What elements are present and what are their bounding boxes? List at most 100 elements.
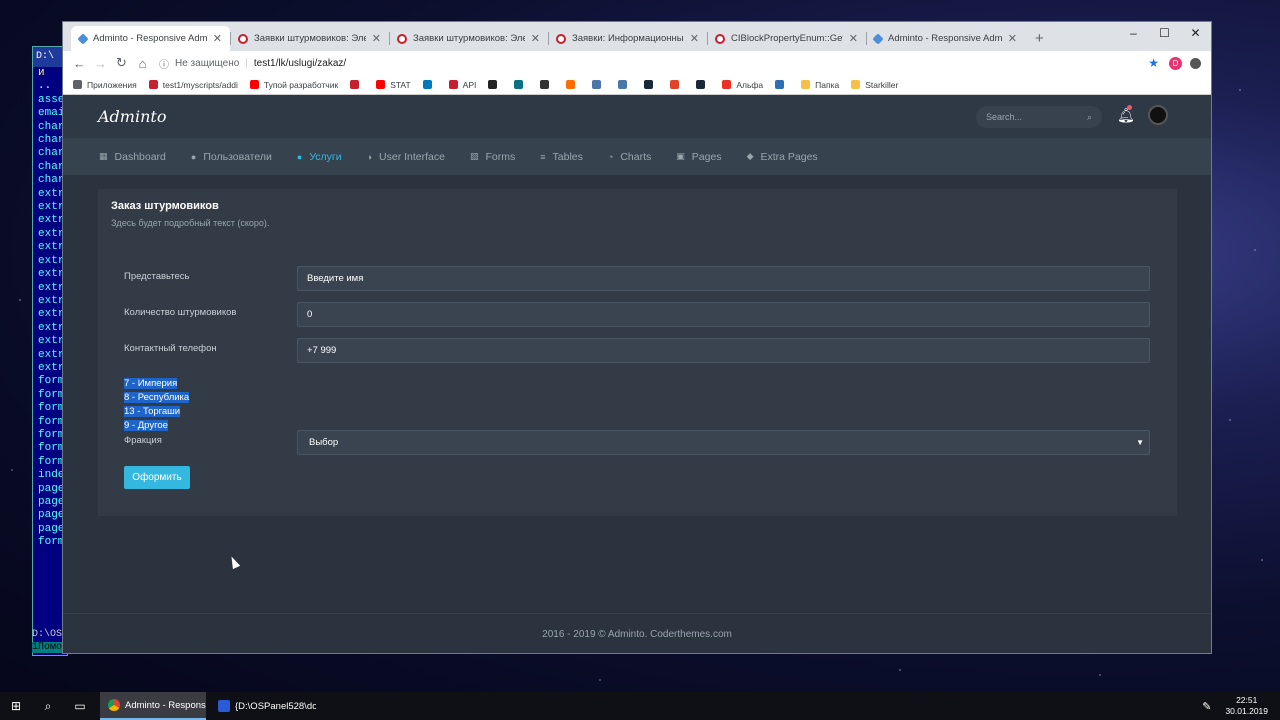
menu-item[interactable]: ● Услуги xyxy=(297,151,342,163)
search-icon[interactable]: ⌕ xyxy=(32,699,64,714)
task-view-icon[interactable]: ▭ xyxy=(64,699,96,713)
bookmark-item[interactable]: API xyxy=(448,79,477,90)
bookmark-item[interactable] xyxy=(644,80,658,89)
maximize-button[interactable]: ☐ xyxy=(1149,22,1180,44)
minimize-button[interactable]: – xyxy=(1118,22,1149,44)
bookmark-item[interactable] xyxy=(422,80,437,89)
menu-label: Услуги xyxy=(309,150,342,163)
bookmark-star-icon[interactable]: ★ xyxy=(1148,56,1159,70)
faction-select[interactable]: Выбор ▼ xyxy=(297,430,1150,455)
close-tab-icon[interactable]: ✕ xyxy=(849,32,858,45)
search-box[interactable]: Search... ⌕ xyxy=(976,106,1102,128)
search-input[interactable]: Search... xyxy=(986,112,1087,122)
phone-field[interactable]: +7 999 xyxy=(297,338,1150,363)
taskbar-app-console[interactable]: {D:\OSPanel528\do... xyxy=(210,692,316,720)
bookmark-item[interactable]: test1/myscripts/addi xyxy=(148,80,238,90)
window-controls: – ☐ ✕ xyxy=(1118,22,1211,44)
count-label: Количество штурмовиков xyxy=(124,307,237,318)
bookmark-icon xyxy=(514,80,524,89)
notification-bell-icon[interactable]: 🔔︎ xyxy=(1117,107,1135,124)
bookmark-item[interactable] xyxy=(566,80,580,89)
console-help-key[interactable]: 1Помо xyxy=(32,642,63,653)
adminto-page: Adminto Search... ⌕ 🔔︎ ▦ Dashboard ● Пользо… xyxy=(63,95,1211,653)
menu-item[interactable]: ▨ Forms xyxy=(470,151,515,163)
bookmark-icon xyxy=(422,80,432,89)
bookmark-item[interactable] xyxy=(514,80,528,89)
windows-start-icon[interactable]: ⊞ xyxy=(0,699,32,713)
submit-button[interactable]: Оформить xyxy=(124,466,190,489)
menu-icon: ◔ xyxy=(607,151,614,162)
user-avatar[interactable] xyxy=(1148,105,1168,125)
menu-item[interactable]: ≡ Tables xyxy=(540,151,583,163)
home-icon[interactable]: ⌂ xyxy=(132,56,153,71)
tab-title: Заявки штурмовиков: Элементы xyxy=(254,33,366,44)
bookmark-item[interactable]: Starkiller xyxy=(851,80,898,90)
close-tab-icon[interactable]: ✕ xyxy=(1008,32,1017,45)
bookmark-icon xyxy=(73,80,82,89)
bookmark-item[interactable]: Тупой разработчик xyxy=(249,79,339,90)
pen-icon[interactable]: ✎ xyxy=(1202,700,1211,713)
bookmark-label: STAT xyxy=(390,79,411,90)
bookmark-item[interactable]: Альфа xyxy=(722,80,763,90)
taskbar-app-chrome[interactable]: Adminto - Respons... xyxy=(100,692,206,720)
bookmark-item[interactable] xyxy=(488,80,502,89)
bookmark-item[interactable] xyxy=(350,80,364,89)
menu-label: Tables xyxy=(552,150,583,163)
forward-icon[interactable]: → xyxy=(90,56,111,71)
browser-tab[interactable]: Заявки штурмовиков: Элементы ✕ xyxy=(389,26,548,51)
bookmark-item[interactable] xyxy=(696,80,710,89)
close-tab-icon[interactable]: ✕ xyxy=(372,32,381,45)
logo[interactable]: Adminto xyxy=(98,107,166,126)
close-tab-icon[interactable]: ✕ xyxy=(690,32,699,45)
name-field[interactable]: Введите имя xyxy=(297,266,1150,291)
menu-icon: ▨ xyxy=(470,151,479,161)
bookmark-icon xyxy=(618,80,628,89)
bookmark-item[interactable] xyxy=(540,80,554,89)
count-field[interactable]: 0 xyxy=(297,302,1150,327)
bookmark-icon xyxy=(540,80,550,89)
bookmark-item[interactable]: STAT xyxy=(376,79,411,90)
bookmark-item[interactable]: Папка xyxy=(801,80,839,90)
bookmark-item[interactable]: Приложения xyxy=(73,80,137,90)
search-icon[interactable]: ⌕ xyxy=(1087,112,1092,123)
menu-item[interactable]: ● Пользователи xyxy=(191,151,272,163)
close-tab-icon[interactable]: ✕ xyxy=(531,32,540,45)
browser-tab[interactable]: CIBlockPropertyEnum::GetList ✕ xyxy=(707,26,866,51)
menu-icon: ● xyxy=(190,151,197,162)
bookmark-item[interactable] xyxy=(592,80,606,89)
menu-item[interactable]: ◑ User Interface xyxy=(367,151,445,163)
bookmark-icon xyxy=(249,80,259,89)
faction-option: 7 - Империя xyxy=(124,378,178,389)
bookmark-icon xyxy=(350,80,360,89)
menu-item[interactable]: ◆ Extra Pages xyxy=(747,151,818,163)
info-icon[interactable]: ⓘ xyxy=(159,56,169,71)
omnibox[interactable]: ⓘ Не защищено | test1/lk/uslugi/zakaz/ xyxy=(159,53,1148,73)
browser-tab[interactable]: Adminto - Responsive Admin Da ✕ xyxy=(866,26,1025,51)
bookmark-label: API xyxy=(462,79,477,90)
bookmark-label: Папка xyxy=(815,79,840,90)
url-text[interactable]: test1/lk/uslugi/zakaz/ xyxy=(254,58,346,69)
back-icon[interactable]: ← xyxy=(69,56,90,71)
bookmark-label: Тупой разработчик xyxy=(263,79,339,90)
notification-badge xyxy=(1127,105,1132,110)
app-topbar: Adminto Search... ⌕ 🔔︎ xyxy=(63,95,1211,138)
taskbar: ⊞ ⌕ ▭ Adminto - Respons... {D:\OSPanel52… xyxy=(0,692,1280,720)
bookmark-label: Приложения xyxy=(87,79,137,90)
menu-item[interactable]: ◔ Charts xyxy=(608,151,651,163)
bookmark-item[interactable] xyxy=(775,80,789,89)
browser-tab[interactable]: Adminto - Responsive Admin Da ✕ xyxy=(71,26,230,51)
clock[interactable]: 22:51 30.01.2019 xyxy=(1225,695,1268,717)
bookmark-item[interactable] xyxy=(670,80,684,89)
browser-tab[interactable]: Заявки: Информационные блоки ✕ xyxy=(548,26,707,51)
bookmark-item[interactable] xyxy=(618,80,632,89)
browser-tab[interactable]: Заявки штурмовиков: Элементы ✕ xyxy=(230,26,389,51)
new-tab-button[interactable]: + xyxy=(1035,30,1044,47)
extension-icon[interactable] xyxy=(1190,57,1201,69)
close-tab-icon[interactable]: ✕ xyxy=(213,32,222,45)
profile-avatar[interactable]: D xyxy=(1169,56,1182,70)
menu-item[interactable]: ▣ Pages xyxy=(676,151,721,163)
close-window-button[interactable]: ✕ xyxy=(1180,22,1211,44)
menu-item[interactable]: ▦ Dashboard xyxy=(99,151,166,163)
bookmark-icon xyxy=(670,80,680,89)
reload-icon[interactable]: ↻ xyxy=(111,55,132,71)
